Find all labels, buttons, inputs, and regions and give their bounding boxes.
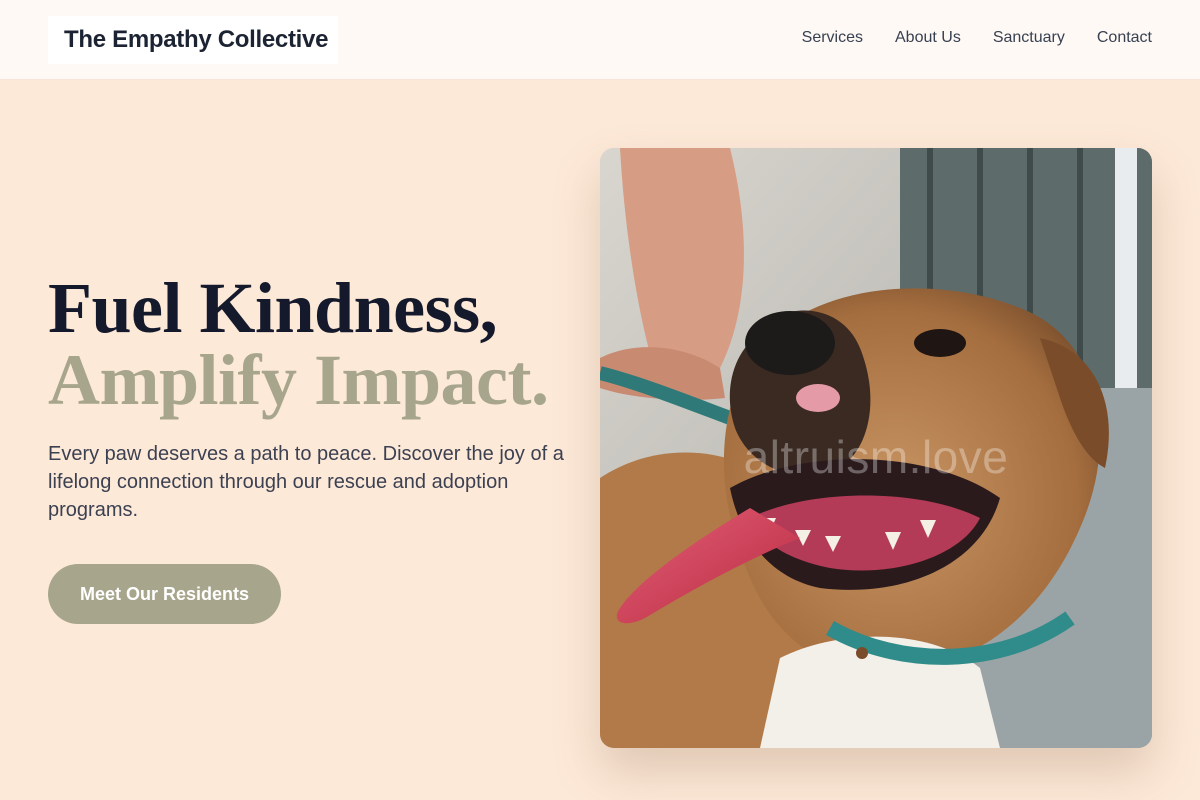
nav-link-sanctuary[interactable]: Sanctuary (993, 29, 1065, 47)
hero-headline: Fuel Kindness, Amplify Impact. (48, 268, 549, 420)
photo-watermark: altruism.love (743, 431, 1009, 483)
nav-link-services[interactable]: Services (802, 29, 863, 47)
hero-subtitle: Every paw deserves a path to peace. Disc… (48, 443, 564, 521)
brand-logo[interactable]: The Empathy Collective (48, 16, 338, 64)
headline-line-1: Fuel Kindness, (48, 268, 498, 348)
meet-our-residents-button[interactable]: Meet Our Residents (48, 564, 281, 624)
headline-line-2: Amplify Impact. (48, 340, 549, 420)
nav-link-about-us[interactable]: About Us (895, 29, 961, 47)
hero-dog-photo: altruism.love (600, 148, 1152, 748)
brand-name: The Empathy Collective (64, 26, 329, 53)
nav-link-contact[interactable]: Contact (1097, 29, 1152, 47)
main-nav: Services About Us Sanctuary Contact (802, 29, 1152, 47)
site-header: The Empathy Collective Services About Us… (0, 0, 1200, 80)
